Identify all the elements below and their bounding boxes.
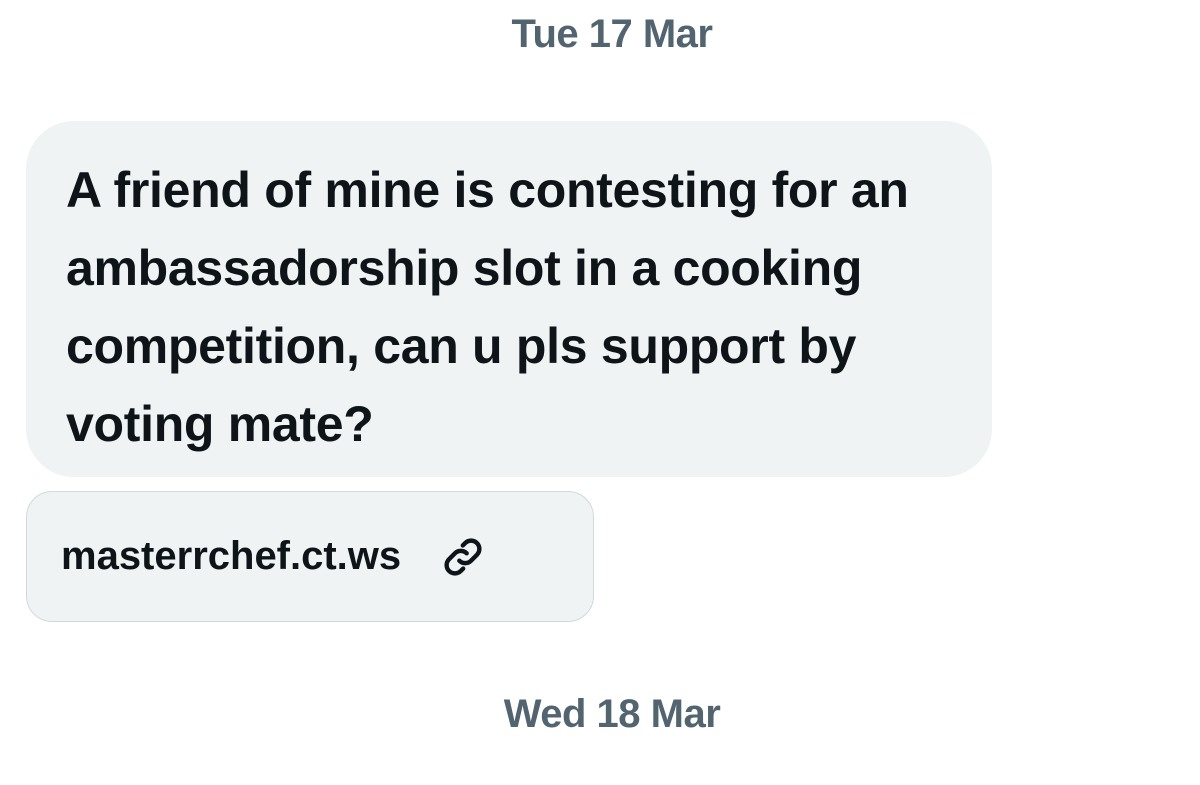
- received-message-bubble[interactable]: A friend of mine is contesting for an am…: [26, 121, 992, 477]
- message-text: A friend of mine is contesting for an am…: [66, 162, 909, 452]
- link-url-text: masterrchef.ct.ws: [61, 534, 402, 578]
- date-separator-wed-18-mar: Wed 18 Mar: [503, 692, 721, 736]
- link-card[interactable]: masterrchef.ct.ws: [26, 491, 594, 622]
- date-separator-tue-17-mar: Tue 17 Mar: [511, 12, 714, 56]
- link-icon: [441, 535, 485, 579]
